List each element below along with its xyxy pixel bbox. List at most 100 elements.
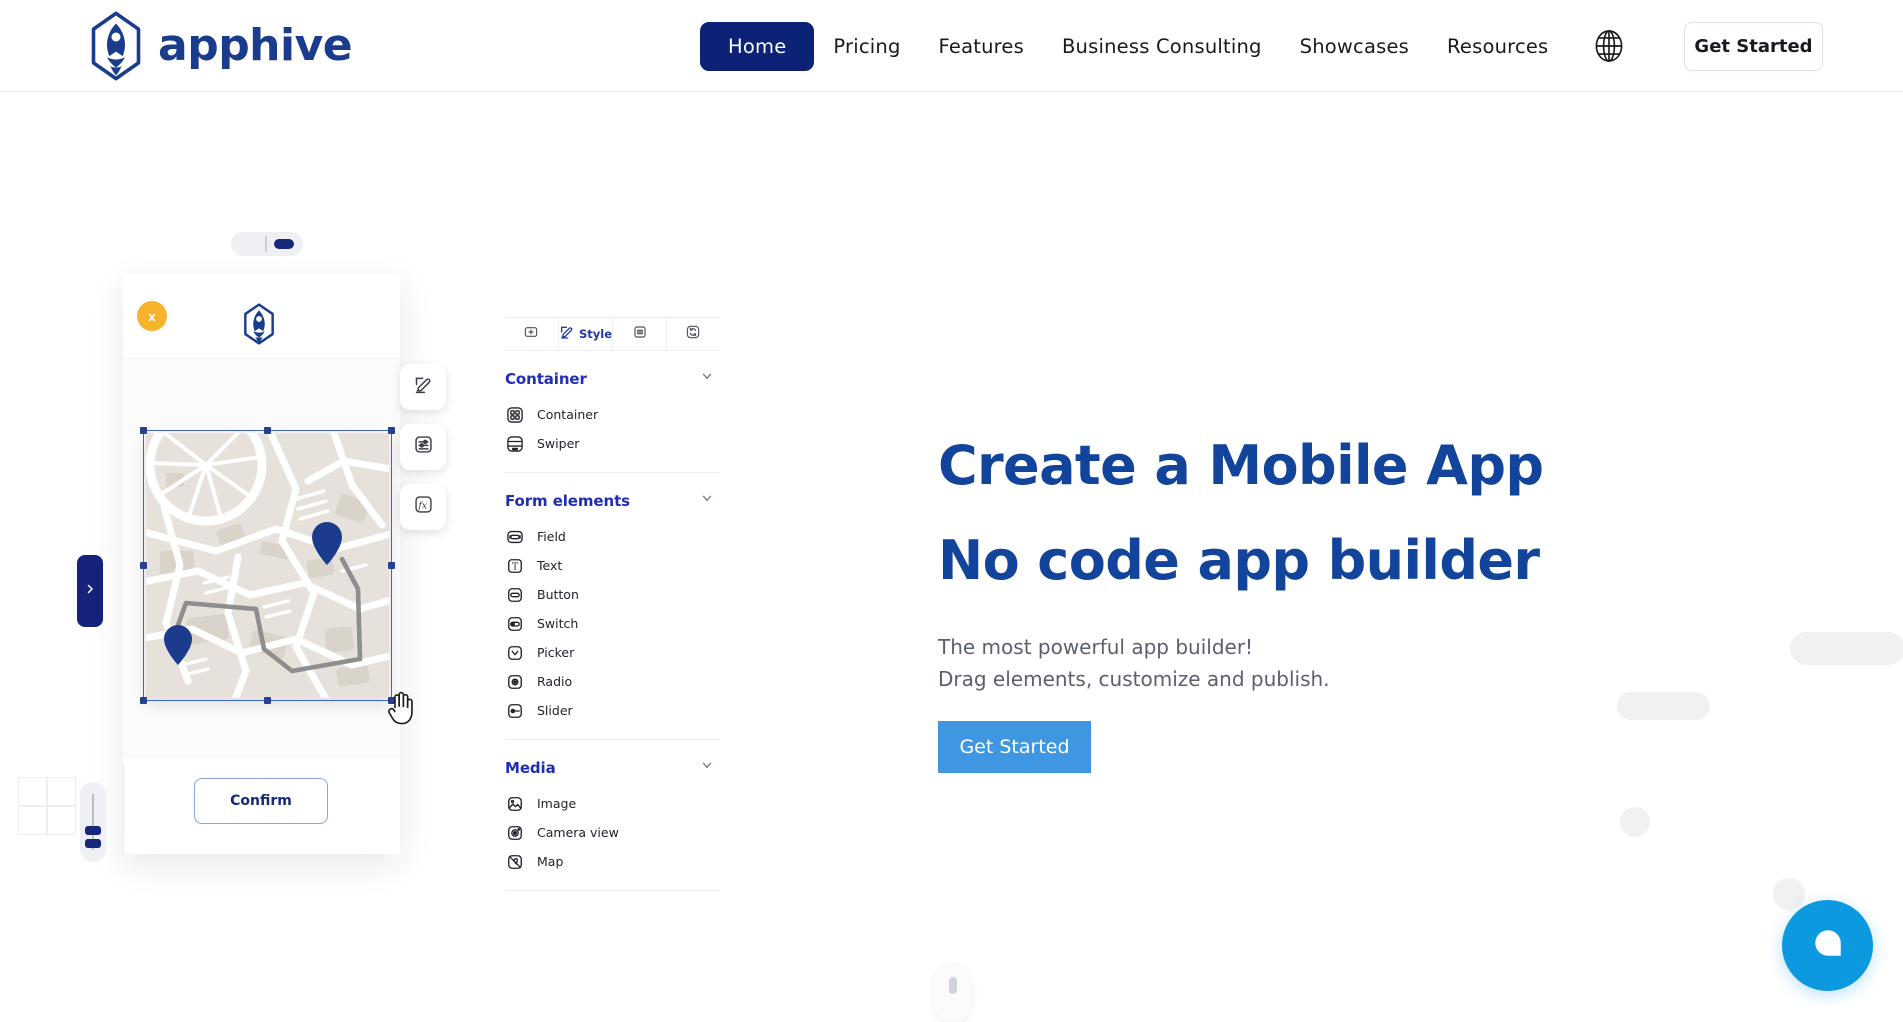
section-header-container[interactable]: Container — [505, 369, 720, 388]
hero-subtitle-line1: The most powerful app builder! — [938, 634, 1254, 659]
panel-tab-bar: Style — [505, 317, 720, 351]
panel-divider — [123, 764, 124, 860]
hero-content: Create a Mobile App No code app builder … — [938, 92, 1838, 774]
radio-dot-icon — [505, 672, 525, 692]
resize-handle-nw[interactable] — [140, 427, 147, 434]
edit-pencil-icon — [559, 324, 575, 345]
nav-item-features[interactable]: Features — [920, 35, 1043, 58]
chevron-down-icon[interactable] — [700, 758, 714, 777]
tab-layers[interactable] — [613, 318, 667, 350]
plus-square-icon — [523, 324, 539, 345]
element-item-swiper[interactable]: Swiper — [505, 429, 720, 458]
toggle-tick — [265, 236, 267, 252]
hero-title-line2: No code app builder — [938, 529, 1540, 593]
panel-expand-tab[interactable] — [77, 555, 103, 627]
elements-panel: Style Container Container Swiper Form el… — [505, 317, 720, 891]
element-item-field[interactable]: Field — [505, 522, 720, 551]
toggle-knob — [274, 239, 294, 249]
image-mountain-icon — [505, 794, 525, 814]
resize-handle-sw[interactable] — [140, 697, 147, 704]
map-pin-box-icon — [505, 852, 525, 872]
hero-title-line1: Create a Mobile App — [938, 434, 1544, 497]
brand-name: apphive — [158, 20, 353, 71]
globe-icon[interactable] — [1589, 26, 1629, 66]
resize-handle-n[interactable] — [264, 427, 271, 434]
hero-subtitle-line2: Drag elements, customize and publish. — [938, 667, 1330, 692]
resize-handle-s[interactable] — [264, 697, 271, 704]
svg-text:T: T — [512, 561, 519, 572]
element-item-map[interactable]: Map — [505, 847, 720, 876]
rocket-hexagon-logo-icon — [236, 301, 282, 347]
grid-2x2-icon — [18, 777, 76, 835]
confirm-button[interactable]: Confirm — [194, 778, 328, 824]
vertical-slider[interactable] — [80, 782, 106, 862]
nav-item-showcases[interactable]: Showcases — [1281, 35, 1428, 58]
phone-app-bar: x — [123, 274, 400, 359]
logic-tool-button[interactable]: fx — [400, 484, 446, 530]
sliders-settings-icon — [413, 434, 434, 460]
section-header-media[interactable]: Media — [505, 758, 720, 777]
camera-lens-icon — [505, 823, 525, 843]
element-label: Slider — [537, 703, 573, 718]
nav-item-resources[interactable]: Resources — [1428, 35, 1567, 58]
slider-handle-icon — [505, 701, 525, 721]
chevron-down-box-icon — [505, 643, 525, 663]
chevron-down-icon[interactable] — [700, 369, 714, 388]
element-label: Field — [537, 529, 566, 544]
element-item-radio[interactable]: Radio — [505, 667, 720, 696]
close-icon[interactable]: x — [137, 301, 167, 331]
tab-sync[interactable] — [667, 318, 720, 350]
element-item-text[interactable]: T Text — [505, 551, 720, 580]
element-item-container[interactable]: Container — [505, 400, 720, 429]
section-header-form-elements[interactable]: Form elements — [505, 491, 720, 510]
nav-item-pricing[interactable]: Pricing — [814, 35, 919, 58]
element-label: Switch — [537, 616, 579, 631]
header-get-started-button[interactable]: Get Started — [1684, 22, 1823, 71]
section-title: Form elements — [505, 491, 630, 510]
resize-handle-w[interactable] — [140, 562, 147, 569]
switch-toggle-icon — [505, 614, 525, 634]
properties-tool-button[interactable] — [400, 424, 446, 470]
chevron-right-icon — [84, 582, 96, 600]
element-label: Map — [537, 854, 564, 869]
element-label: Text — [537, 558, 563, 573]
scroll-wheel-dot — [949, 977, 957, 994]
element-item-image[interactable]: Image — [505, 789, 720, 818]
section-title: Container — [505, 369, 587, 388]
resize-handle-e[interactable] — [388, 562, 395, 569]
text-t-icon: T — [505, 556, 525, 576]
scroll-mouse-icon — [934, 964, 972, 1022]
element-item-button[interactable]: Button — [505, 580, 720, 609]
nav-item-home[interactable]: Home — [700, 21, 815, 71]
nav-item-business-consulting[interactable]: Business Consulting — [1043, 35, 1281, 58]
section-rule — [505, 472, 720, 473]
site-header: apphive Home Pricing Features Business C… — [0, 0, 1903, 92]
chat-widget-button[interactable] — [1782, 900, 1873, 991]
hero-get-started-button[interactable]: Get Started — [938, 721, 1091, 774]
map-image — [146, 433, 389, 698]
section-rule — [505, 739, 720, 740]
edit-tool-button[interactable] — [400, 364, 446, 410]
element-item-switch[interactable]: Switch — [505, 609, 720, 638]
slider-thumb-upper[interactable] — [85, 826, 101, 835]
decor-circle-1 — [1620, 807, 1650, 837]
rocket-hexagon-logo-icon — [80, 10, 152, 82]
resize-handle-ne[interactable] — [388, 427, 395, 434]
grid-four-squares-icon — [505, 405, 525, 425]
chevron-down-icon[interactable] — [700, 491, 714, 510]
element-item-slider[interactable]: Slider — [505, 696, 720, 725]
svg-text:fx: fx — [417, 500, 427, 511]
element-item-camera-view[interactable]: Camera view — [505, 818, 720, 847]
element-label: Radio — [537, 674, 573, 689]
section-title: Media — [505, 758, 556, 777]
swiper-rows-icon — [505, 434, 525, 454]
selected-map-widget[interactable] — [140, 427, 395, 704]
element-item-picker[interactable]: Picker — [505, 638, 720, 667]
decor-circle-2 — [1773, 878, 1805, 910]
tab-add[interactable] — [505, 318, 559, 350]
slider-thumb-lower[interactable] — [85, 839, 101, 848]
tab-style[interactable]: Style — [559, 318, 614, 350]
element-label: Container — [537, 407, 599, 422]
brand-logo[interactable]: apphive — [80, 10, 353, 82]
device-toggle[interactable] — [231, 232, 303, 256]
